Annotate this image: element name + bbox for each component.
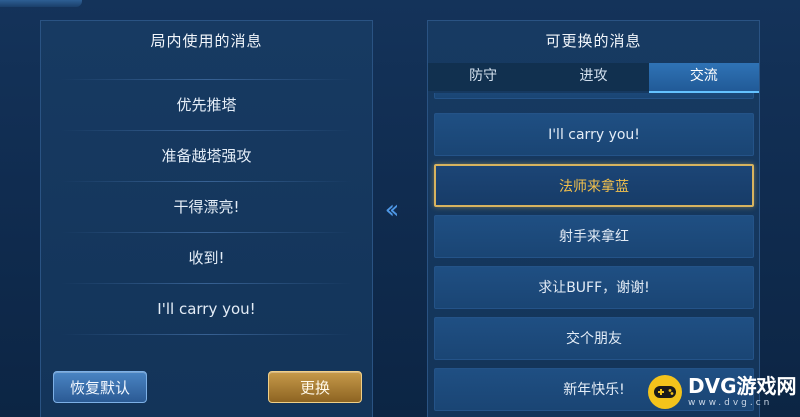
list-item-label: 新年快乐! — [563, 382, 625, 398]
list-item-label: I'll carry you! — [548, 127, 640, 143]
list-item[interactable]: 优先推塔 — [41, 80, 372, 131]
list-item[interactable]: 准备越塔强攻 — [41, 131, 372, 182]
list-item-selected[interactable]: 法师来拿蓝 — [434, 164, 754, 207]
list-item-label: 优先推塔 — [176, 96, 237, 114]
list-item[interactable]: 求让BUFF，谢谢! — [434, 266, 754, 309]
watermark-url: www.dvg.cn — [688, 397, 773, 408]
list-item[interactable]: 荒野 — [41, 61, 372, 80]
in-game-messages-panel: 局内使用的消息 荒野 优先推塔 准备越塔强攻 干得漂亮! 收到! I'll ca… — [40, 20, 373, 417]
restore-default-button[interactable]: 恢复默认 — [53, 371, 147, 403]
replace-button[interactable]: 更换 — [268, 371, 362, 403]
panel-title: 可更换的消息 — [545, 32, 642, 50]
list-item[interactable]: 交个朋友 — [434, 317, 754, 360]
watermark-text: DVG游戏网 www.dvg.cn — [688, 375, 797, 409]
list-item[interactable]: 干得漂亮! — [41, 182, 372, 233]
list-item-label: 准备越塔强攻 — [161, 147, 252, 165]
tab-communication[interactable]: 交流 — [648, 63, 759, 93]
tab-attack[interactable]: 进攻 — [538, 63, 648, 91]
list-item-label: 求让BUFF，谢谢! — [538, 280, 650, 296]
list-item[interactable]: I'll carry you! — [434, 113, 754, 156]
in-game-message-list[interactable]: 荒野 优先推塔 准备越塔强攻 干得漂亮! 收到! I'll carry you! — [41, 61, 372, 358]
double-chevron-left-icon[interactable]: ‹‹ — [376, 195, 402, 225]
list-item[interactable]: 射手来拿红 — [434, 215, 754, 258]
category-tabs: 防守 进攻 交流 — [428, 63, 759, 93]
panel-title: 局内使用的消息 — [150, 32, 263, 50]
list-item-label: 法师来拿蓝 — [559, 179, 629, 195]
gamepad-icon — [648, 374, 682, 409]
list-item-label: 交个朋友 — [566, 331, 622, 347]
available-messages-panel: 可更换的消息 防守 进攻 交流 I'll carry you! 法师来拿蓝 射手… — [427, 20, 760, 417]
tab-defense[interactable]: 防守 — [428, 63, 538, 91]
list-item-partial[interactable] — [434, 93, 754, 99]
list-item[interactable]: 收到! — [41, 233, 372, 284]
watermark-name: DVG游戏网 — [688, 373, 797, 398]
divider — [61, 334, 352, 335]
list-item-label: 射手来拿红 — [559, 229, 629, 245]
list-item[interactable]: I'll carry you! — [41, 284, 372, 335]
top-tab-edge — [0, 0, 82, 7]
list-item-label: I'll carry you! — [157, 300, 256, 318]
watermark-logo: DVG游戏网 www.dvg.cn — [648, 366, 800, 417]
list-item-label: 收到! — [188, 249, 225, 267]
list-item-label: 干得漂亮! — [173, 198, 240, 216]
list-item-label: 荒野 — [191, 61, 221, 63]
